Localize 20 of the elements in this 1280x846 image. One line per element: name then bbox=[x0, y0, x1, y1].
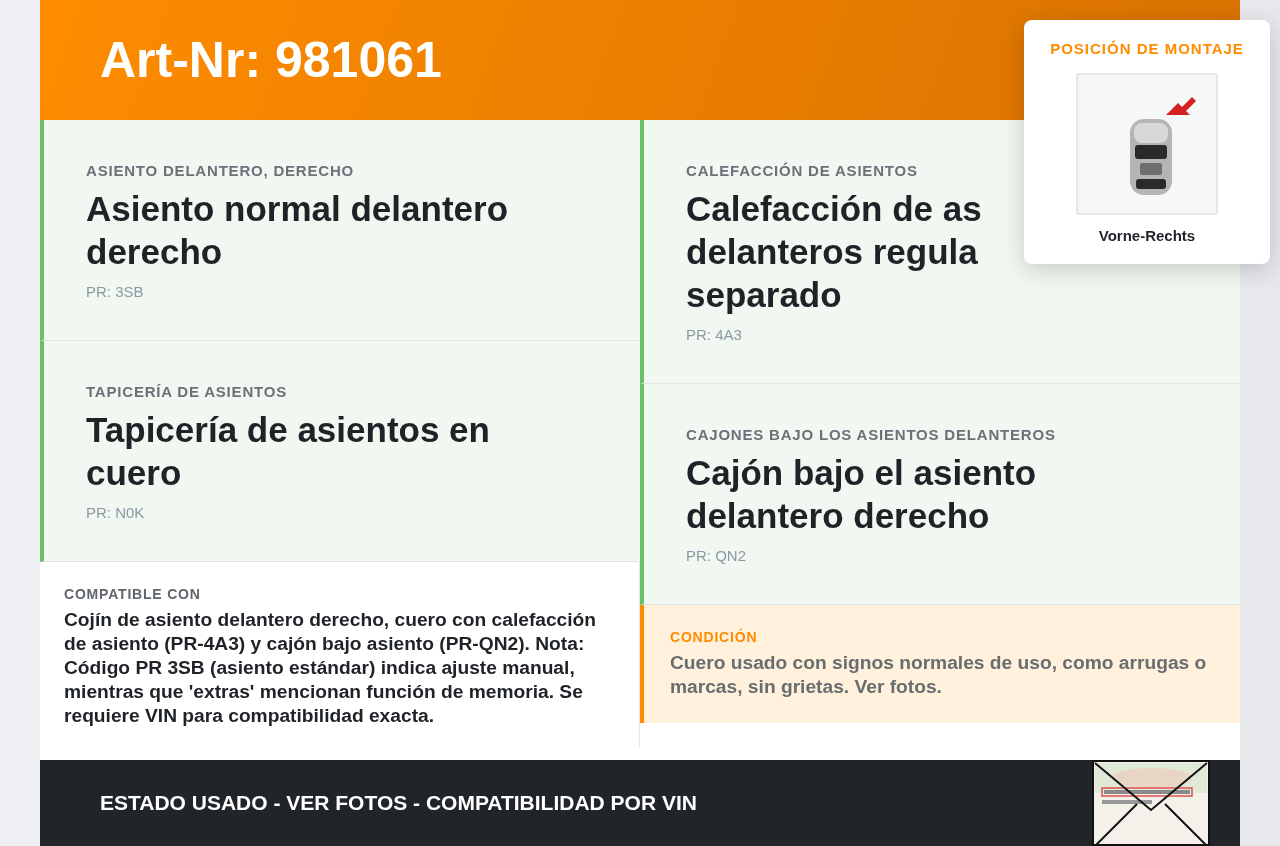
mounting-heading: POSICIÓN DE MONTAJE bbox=[1050, 40, 1244, 57]
pr-code: PR: QN2 bbox=[686, 547, 747, 564]
footer-text: ESTADO USADO - VER FOTOS - COMPATIBILIDAD POR VIN bbox=[100, 791, 697, 815]
category-label: CAJONES BAJO LOS ASIENTOS DELANTEROS bbox=[686, 426, 1057, 443]
category-label: CALEFACCIÓN DE ASIENTOS bbox=[686, 162, 919, 179]
article-number: Art-Nr: 981061 bbox=[100, 31, 442, 89]
feature-title: Calefacción de as delanteros regula separado bbox=[686, 188, 982, 316]
pr-code: PR: 3SB bbox=[86, 283, 145, 300]
category-label: TAPICERÍA DE ASIENTOS bbox=[86, 383, 288, 400]
pr-code: PR: 4A3 bbox=[686, 326, 743, 343]
condition-text: Cuero usado con signos normales de uso, como arrugas o marcas, sin grietas. Ver fotos. bbox=[670, 651, 1208, 699]
position-label: Vorne-Rechts bbox=[1098, 227, 1196, 244]
feature-title: Tapicería de asientos en cuero bbox=[86, 409, 491, 494]
pr-code: PR: N0K bbox=[86, 504, 146, 521]
section-label: CONDICIÓN bbox=[670, 629, 759, 645]
feature-title: Asiento normal delantero derecho bbox=[86, 188, 510, 273]
section-label: COMPATIBLE CON bbox=[64, 586, 202, 602]
compatible-text: Cojín de asiento delantero derecho, cuero con calefacción de asiento (PR-4A3) y cajón bajo asiento (PR-QN2). Nota: Código PR 3SB (asiento estándar) indica ajuste manual, mientras que 'extras' mencionan función de memoria. Se requiere VIN para compatibilidad exacta. bbox=[64, 608, 598, 728]
category-label: ASIENTO DELANTERO, DERECHO bbox=[86, 162, 356, 179]
feature-title: Cajón bajo el asiento delantero derecho bbox=[686, 452, 1038, 537]
